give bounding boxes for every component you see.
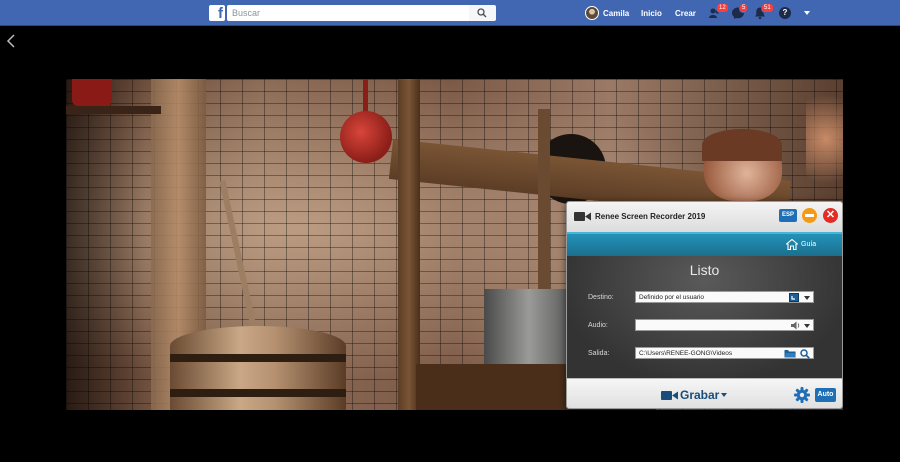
chevron-left-icon[interactable]: [6, 34, 16, 48]
create-link[interactable]: Crear: [675, 9, 696, 18]
language-button[interactable]: ESP: [779, 209, 797, 222]
salida-value: C:\Users\RENEE-GONG\Videos: [639, 350, 733, 357]
account-menu-chevron-icon[interactable]: [804, 11, 810, 15]
facebook-logo[interactable]: f: [209, 5, 225, 21]
video-scene-jar: [72, 79, 112, 106]
gear-icon[interactable]: [794, 387, 810, 403]
destino-value: Definido por el usuario: [639, 294, 705, 301]
speaker-icon[interactable]: [791, 321, 801, 330]
video-scene-barrel-band: [170, 354, 346, 362]
minimize-button[interactable]: [802, 208, 817, 223]
recorder-footer: Grabar Auto: [567, 378, 842, 408]
video-scene-post: [398, 79, 420, 410]
salida-label: Salida:: [588, 350, 610, 357]
audio-chevron-down-icon[interactable]: [804, 324, 810, 328]
record-chevron-down-icon[interactable]: [721, 393, 727, 397]
search-input[interactable]: [227, 5, 469, 21]
guide-link[interactable]: Guía: [801, 241, 816, 248]
friend-requests-badge: 12: [716, 3, 729, 13]
search-button[interactable]: [469, 5, 496, 21]
video-scene-light: [806, 79, 843, 199]
audio-label: Audio:: [588, 322, 608, 329]
video-scene-barrel-band: [170, 389, 346, 397]
destino-chevron-down-icon[interactable]: [804, 296, 810, 300]
help-button[interactable]: ?: [779, 7, 791, 19]
recorder-title: Renee Screen Recorder 2019: [595, 212, 706, 221]
notifications-badge: 51: [761, 3, 774, 13]
screen-select-icon[interactable]: [789, 293, 799, 302]
messages-badge: 5: [739, 3, 749, 13]
friend-requests-button[interactable]: 12: [708, 3, 729, 20]
auto-button[interactable]: Auto: [815, 388, 836, 402]
recorder-title-bar[interactable]: Renee Screen Recorder 2019 ESP ✕: [567, 202, 842, 232]
profile-name: Camila: [603, 8, 630, 18]
video-scene-barrel: [170, 326, 346, 410]
audio-select[interactable]: [635, 319, 814, 331]
destino-select[interactable]: Definido por el usuario: [635, 291, 814, 303]
search-icon: [477, 8, 487, 18]
profile-link[interactable]: Camila: [585, 6, 629, 20]
folder-icon[interactable]: [784, 349, 796, 358]
video-scene-shelf: [66, 106, 161, 114]
destino-label: Destino:: [588, 294, 614, 301]
record-camera-icon[interactable]: [661, 390, 678, 401]
video-scene-vignette: [66, 79, 146, 410]
search-icon[interactable]: [800, 349, 810, 359]
recorder-status: Listo: [689, 262, 720, 278]
avatar: [585, 6, 599, 20]
video-scene-pan: [340, 111, 392, 163]
messages-button[interactable]: 5: [731, 3, 749, 20]
video-scene-character-hair: [702, 129, 782, 161]
recorder-window: Renee Screen Recorder 2019 ESP ✕ Guía Li…: [566, 201, 843, 409]
salida-field[interactable]: C:\Users\RENEE-GONG\Videos: [635, 347, 814, 359]
home-icon[interactable]: [786, 239, 798, 250]
facebook-top-bar: f Camila Inicio Crear 12 5 51 ?: [0, 0, 900, 26]
video-scene-box: [484, 289, 574, 364]
recorder-body: Listo Destino: Definido por el usuario A…: [567, 256, 842, 378]
video-scene-pole: [538, 109, 550, 309]
notifications-button[interactable]: 51: [753, 3, 774, 20]
video-scene-pan-handle: [363, 79, 368, 115]
close-button[interactable]: ✕: [823, 208, 838, 223]
recorder-guide-bar: Guía: [567, 232, 842, 256]
record-button[interactable]: Grabar: [680, 388, 719, 402]
video-camera-icon: [574, 212, 591, 221]
home-link[interactable]: Inicio: [641, 9, 662, 18]
